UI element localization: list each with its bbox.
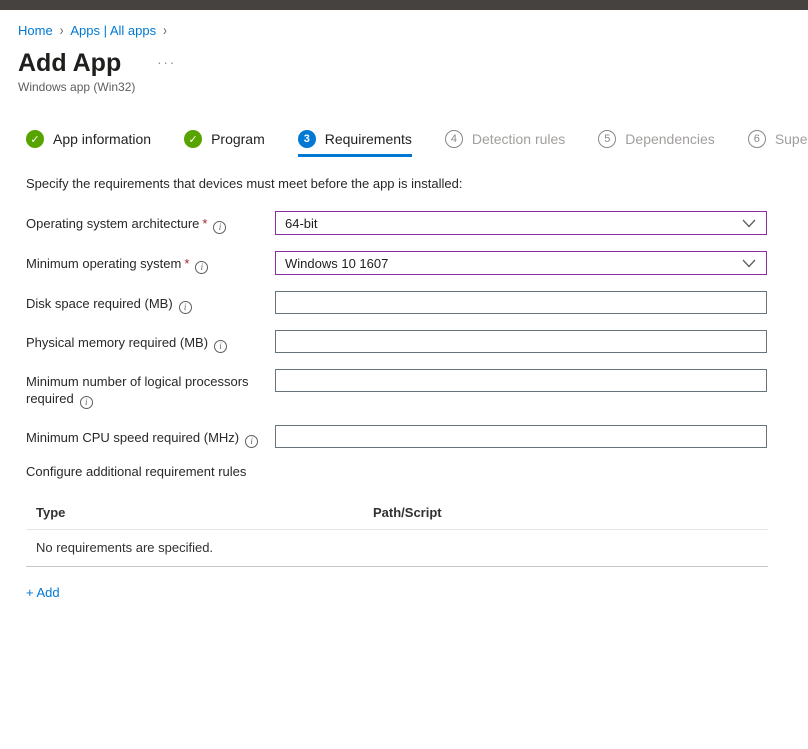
physical-memory-required-input[interactable] — [275, 330, 767, 353]
form-intro-text: Specify the requirements that devices mu… — [26, 176, 808, 191]
step-number-icon: 5 — [598, 130, 616, 148]
check-circle-icon: ✓ — [26, 130, 44, 148]
step-number-icon: 4 — [445, 130, 463, 148]
form-row-minimum-os: Minimum operating system* i Windows 10 16… — [26, 251, 808, 275]
step-label: Supersedence — [775, 131, 808, 147]
page-header: Add App ··· — [18, 49, 808, 77]
step-label: Program — [211, 131, 265, 147]
chevron-right-icon: › — [60, 23, 64, 39]
more-options-button[interactable]: ··· — [157, 58, 176, 68]
field-label-text: Minimum CPU speed required (MHz) — [26, 430, 239, 445]
field-label: Minimum operating system* i — [26, 251, 275, 275]
step-program[interactable]: ✓ Program — [184, 130, 265, 157]
field-label: Minimum CPU speed required (MHz) i — [26, 425, 275, 448]
logical-processors-required-input[interactable] — [275, 369, 767, 392]
form-row-os-architecture: Operating system architecture* i 64-bit — [26, 211, 808, 235]
info-icon[interactable]: i — [213, 221, 226, 234]
column-header-path-script: Path/Script — [373, 505, 768, 520]
step-requirements[interactable]: 3 Requirements — [298, 130, 412, 157]
step-detection-rules[interactable]: 4 Detection rules — [445, 130, 565, 157]
requirement-rules-table: Type Path/Script No requirements are spe… — [26, 505, 768, 567]
breadcrumb: Home › Apps | All apps › — [18, 23, 808, 38]
required-marker: * — [184, 256, 189, 271]
step-supersedence[interactable]: 6 Supersedence — [748, 130, 808, 157]
form-row-logical-processors: Minimum number of logical processors req… — [26, 369, 808, 409]
additional-rules-section-label: Configure additional requirement rules — [26, 464, 808, 479]
step-label: Detection rules — [472, 131, 565, 147]
info-icon[interactable]: i — [80, 396, 93, 409]
field-label-text: Minimum number of logical processors req… — [26, 374, 249, 406]
minimum-operating-system-dropdown[interactable]: Windows 10 1607 — [275, 251, 767, 275]
table-empty-message: No requirements are specified. — [26, 530, 768, 567]
table-header-row: Type Path/Script — [26, 505, 768, 530]
field-label: Physical memory required (MB) i — [26, 330, 275, 353]
chevron-down-icon — [742, 259, 756, 268]
info-icon[interactable]: i — [179, 301, 192, 314]
step-number-icon: 6 — [748, 130, 766, 148]
dropdown-selected-value: Windows 10 1607 — [285, 256, 388, 271]
add-requirement-rule-button[interactable]: + Add — [26, 585, 60, 600]
step-number-icon: 3 — [298, 130, 316, 148]
field-label-text: Disk space required (MB) — [26, 296, 173, 311]
add-app-page: Home › Apps | All apps › Add App ··· Win… — [0, 23, 808, 602]
breadcrumb-all-apps-link[interactable]: Apps | All apps — [70, 23, 156, 38]
operating-system-architecture-dropdown[interactable]: 64-bit — [275, 211, 767, 235]
cpu-speed-required-input[interactable] — [275, 425, 767, 448]
check-circle-icon: ✓ — [184, 130, 202, 148]
field-label: Operating system architecture* i — [26, 211, 275, 235]
breadcrumb-home-link[interactable]: Home — [18, 23, 53, 38]
portal-top-bar — [0, 0, 808, 10]
requirements-form: Specify the requirements that devices mu… — [26, 176, 808, 602]
form-row-disk-space: Disk space required (MB) i — [26, 291, 808, 314]
wizard-step-nav: ✓ App information ✓ Program 3 Requiremen… — [26, 130, 808, 157]
dropdown-selected-value: 64-bit — [285, 216, 318, 231]
required-marker: * — [202, 216, 207, 231]
page-title: Add App — [18, 49, 121, 77]
step-label: Requirements — [325, 131, 412, 147]
form-row-cpu-speed: Minimum CPU speed required (MHz) i — [26, 425, 808, 448]
step-app-information[interactable]: ✓ App information — [26, 130, 151, 157]
step-dependencies[interactable]: 5 Dependencies — [598, 130, 715, 157]
field-label-text: Minimum operating system — [26, 256, 181, 271]
info-icon[interactable]: i — [245, 435, 258, 448]
field-label: Disk space required (MB) i — [26, 291, 275, 314]
step-label: App information — [53, 131, 151, 147]
chevron-down-icon — [742, 219, 756, 228]
column-header-type: Type — [26, 505, 373, 520]
info-icon[interactable]: i — [214, 340, 227, 353]
field-label-text: Operating system architecture — [26, 216, 199, 231]
field-label-text: Physical memory required (MB) — [26, 335, 208, 350]
disk-space-required-input[interactable] — [275, 291, 767, 314]
chevron-right-icon: › — [163, 23, 167, 39]
step-label: Dependencies — [625, 131, 715, 147]
form-row-physical-memory: Physical memory required (MB) i — [26, 330, 808, 353]
page-subtitle: Windows app (Win32) — [18, 80, 808, 94]
info-icon[interactable]: i — [195, 261, 208, 274]
field-label: Minimum number of logical processors req… — [26, 369, 275, 409]
